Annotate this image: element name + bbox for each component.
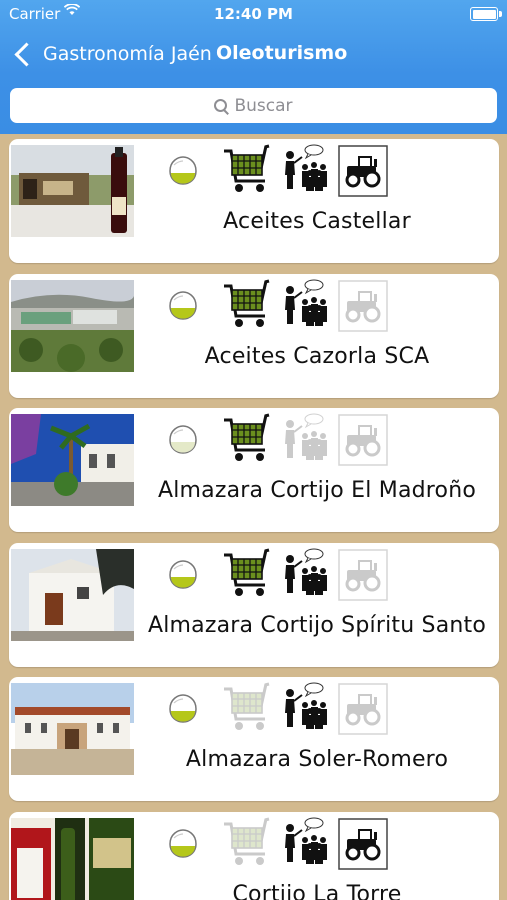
storefront-photo bbox=[11, 145, 134, 237]
guided-tour-icon bbox=[282, 278, 332, 332]
search-bar[interactable]: Buscar bbox=[10, 88, 497, 123]
estate-building-photo bbox=[11, 683, 134, 775]
guided-tour-icon bbox=[282, 681, 332, 735]
shopping-cart-icon bbox=[222, 412, 274, 466]
chevron-left-icon bbox=[14, 41, 39, 67]
navigation-header: Carrier 12:40 PM Gastronomía Jaén Oleotu… bbox=[0, 0, 507, 134]
guided-tour-icon bbox=[282, 816, 332, 870]
page-title: Oleoturismo bbox=[216, 42, 348, 64]
white-farmhouse-photo bbox=[11, 548, 134, 641]
status-bar: Carrier 12:40 PM bbox=[0, 0, 507, 28]
item-name: Almazara Soler-Romero bbox=[185, 747, 449, 772]
item-name: Aceites Castellar bbox=[223, 209, 411, 234]
olive-oil-drop-icon bbox=[166, 153, 200, 187]
back-button-label: Gastronomía Jaén bbox=[43, 43, 212, 65]
list-item[interactable]: Aceites Cazorla SCA bbox=[9, 273, 499, 398]
palm-courtyard-photo bbox=[11, 414, 134, 506]
olive-oil-drop-icon bbox=[166, 422, 200, 456]
nav-bar: Gastronomía Jaén Oleoturismo bbox=[0, 34, 507, 74]
back-button[interactable]: Gastronomía Jaén bbox=[12, 36, 212, 72]
list-item[interactable]: Cortijo La Torre bbox=[9, 811, 499, 900]
list-item[interactable]: Almazara Cortijo Spíritu Santo bbox=[9, 542, 499, 667]
list-item[interactable]: Almazara Soler-Romero bbox=[9, 677, 499, 801]
tractor-icon bbox=[338, 683, 388, 737]
industrial-plant-photo bbox=[11, 279, 134, 372]
shopping-cart-icon bbox=[222, 547, 274, 601]
list-item[interactable]: Almazara Cortijo El Madroño bbox=[9, 408, 499, 532]
item-name: Almazara Cortijo Spíritu Santo bbox=[147, 612, 487, 638]
shopping-cart-icon bbox=[222, 143, 274, 197]
item-name: Cortijo La Torre bbox=[232, 881, 402, 900]
status-time: 12:40 PM bbox=[214, 5, 293, 23]
battery-icon bbox=[470, 7, 502, 21]
guided-tour-icon bbox=[282, 412, 332, 466]
olive-oil-drop-icon bbox=[166, 826, 200, 860]
bottle-label-photo bbox=[11, 817, 134, 900]
shopping-cart-icon bbox=[222, 816, 274, 870]
tractor-icon bbox=[338, 817, 388, 872]
guided-tour-icon bbox=[282, 143, 332, 197]
guided-tour-icon bbox=[282, 547, 332, 601]
olive-oil-drop-icon bbox=[166, 557, 200, 591]
shopping-cart-icon bbox=[222, 681, 274, 735]
tractor-icon bbox=[338, 145, 388, 199]
search-placeholder: Buscar bbox=[234, 95, 293, 116]
shopping-cart-icon bbox=[222, 278, 274, 332]
item-name: Almazara Cortijo El Madroño bbox=[157, 478, 477, 503]
establishment-list[interactable]: Aceites Castellar Aceites Cazorla SCA Alma… bbox=[0, 134, 507, 900]
tractor-icon bbox=[338, 414, 388, 468]
tractor-icon bbox=[338, 548, 388, 603]
item-name: Aceites Cazorla SCA bbox=[204, 343, 430, 369]
olive-oil-drop-icon bbox=[166, 691, 200, 725]
search-icon bbox=[214, 98, 230, 115]
tractor-icon bbox=[338, 279, 388, 334]
olive-oil-drop-icon bbox=[166, 288, 200, 322]
list-item[interactable]: Aceites Castellar bbox=[9, 139, 499, 263]
